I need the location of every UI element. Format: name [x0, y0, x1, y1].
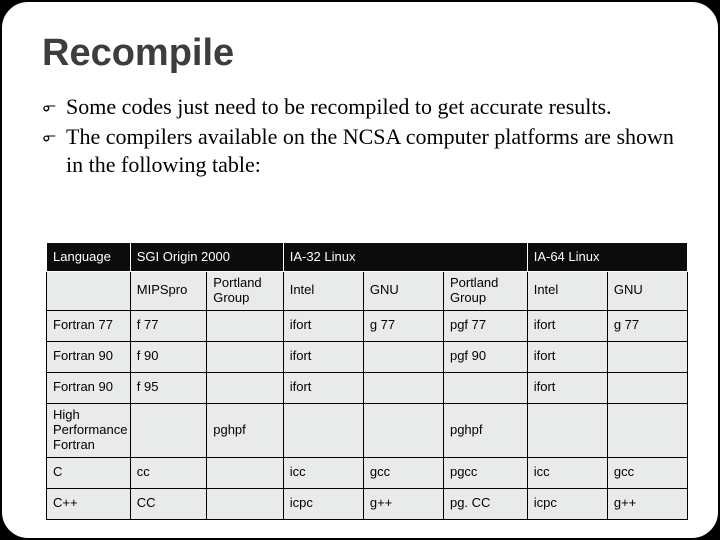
table-header-cell: Language: [47, 243, 131, 272]
table-cell: [607, 403, 687, 457]
table-cell: [363, 372, 443, 403]
bullet-text: The compilers available on the NCSA comp…: [66, 123, 678, 178]
table-cell: MIPSpro: [130, 272, 206, 311]
bullet-item: ൳ The compilers available on the NCSA co…: [42, 123, 678, 178]
table-cell: Fortran 90: [47, 341, 131, 372]
table-cell: GNU: [607, 272, 687, 311]
table-row: Fortran 90 f 95 ifort ifort: [47, 372, 688, 403]
table-cell: pghpf: [443, 403, 527, 457]
table-cell: icpc: [527, 488, 607, 519]
table-row: Fortran 77 f 77 ifort g 77 pgf 77 ifort …: [47, 310, 688, 341]
table-cell: g 77: [607, 310, 687, 341]
table-cell: [47, 272, 131, 311]
table-cell: pgf 90: [443, 341, 527, 372]
table-cell: pgf 77: [443, 310, 527, 341]
table-cell: ifort: [527, 310, 607, 341]
table-cell: Portland Group: [443, 272, 527, 311]
table-cell: gcc: [607, 457, 687, 488]
table-cell: pg. CC: [443, 488, 527, 519]
table-cell: g 77: [363, 310, 443, 341]
table-cell: icc: [283, 457, 363, 488]
table-cell: Portland Group: [207, 272, 283, 311]
bullet-marker-icon: ൳: [42, 93, 66, 121]
table-row: C++ CC icpc g++ pg. CC icpc g++: [47, 488, 688, 519]
table-cell: icc: [527, 457, 607, 488]
table-cell: [130, 403, 206, 457]
table-cell: g++: [607, 488, 687, 519]
table-cell: ifort: [527, 341, 607, 372]
table-row: Fortran 90 f 90 ifort pgf 90 ifort: [47, 341, 688, 372]
table-cell: CC: [130, 488, 206, 519]
table-header-cell: SGI Origin 2000: [130, 243, 283, 272]
table-cell: [607, 341, 687, 372]
table-cell: ifort: [283, 372, 363, 403]
table-cell: ifort: [527, 372, 607, 403]
table-cell: f 95: [130, 372, 206, 403]
table-header-cell: IA-32 Linux: [283, 243, 527, 272]
table-subheader-row: MIPSpro Portland Group Intel GNU Portlan…: [47, 272, 688, 311]
compiler-table: Language SGI Origin 2000 IA-32 Linux IA-…: [46, 242, 688, 520]
bullet-text: Some codes just need to be recompiled to…: [66, 93, 678, 121]
table-cell: Fortran 90: [47, 372, 131, 403]
table-cell: g++: [363, 488, 443, 519]
table-cell: GNU: [363, 272, 443, 311]
page-title: Recompile: [42, 32, 678, 75]
table-row: High Performance Fortran pghpf pghpf: [47, 403, 688, 457]
table-cell: [207, 341, 283, 372]
table-cell: f 77: [130, 310, 206, 341]
bullet-list: ൳ Some codes just need to be recompiled …: [42, 93, 678, 178]
table-cell: [207, 488, 283, 519]
table-cell: gcc: [363, 457, 443, 488]
table-cell: [363, 403, 443, 457]
table-cell: [363, 341, 443, 372]
table-header-cell: IA-64 Linux: [527, 243, 687, 272]
table-cell: C++: [47, 488, 131, 519]
table-cell: [283, 403, 363, 457]
table-cell: f 90: [130, 341, 206, 372]
table-cell: Intel: [283, 272, 363, 311]
table-cell: [207, 372, 283, 403]
table-cell: Fortran 77: [47, 310, 131, 341]
bullet-marker-icon: ൳: [42, 123, 66, 178]
table-cell: [207, 457, 283, 488]
table-cell: C: [47, 457, 131, 488]
table-cell: pgcc: [443, 457, 527, 488]
table: Language SGI Origin 2000 IA-32 Linux IA-…: [46, 242, 688, 520]
table-cell: cc: [130, 457, 206, 488]
table-cell: ifort: [283, 310, 363, 341]
bullet-item: ൳ Some codes just need to be recompiled …: [42, 93, 678, 121]
table-cell: [527, 403, 607, 457]
table-cell: [607, 372, 687, 403]
table-cell: ifort: [283, 341, 363, 372]
table-cell: Intel: [527, 272, 607, 311]
table-row: C cc icc gcc pgcc icc gcc: [47, 457, 688, 488]
table-header-row: Language SGI Origin 2000 IA-32 Linux IA-…: [47, 243, 688, 272]
table-cell: icpc: [283, 488, 363, 519]
table-cell: [443, 372, 527, 403]
slide: Recompile ൳ Some codes just need to be r…: [0, 0, 720, 540]
table-cell: pghpf: [207, 403, 283, 457]
table-cell: High Performance Fortran: [47, 403, 131, 457]
table-cell: [207, 310, 283, 341]
